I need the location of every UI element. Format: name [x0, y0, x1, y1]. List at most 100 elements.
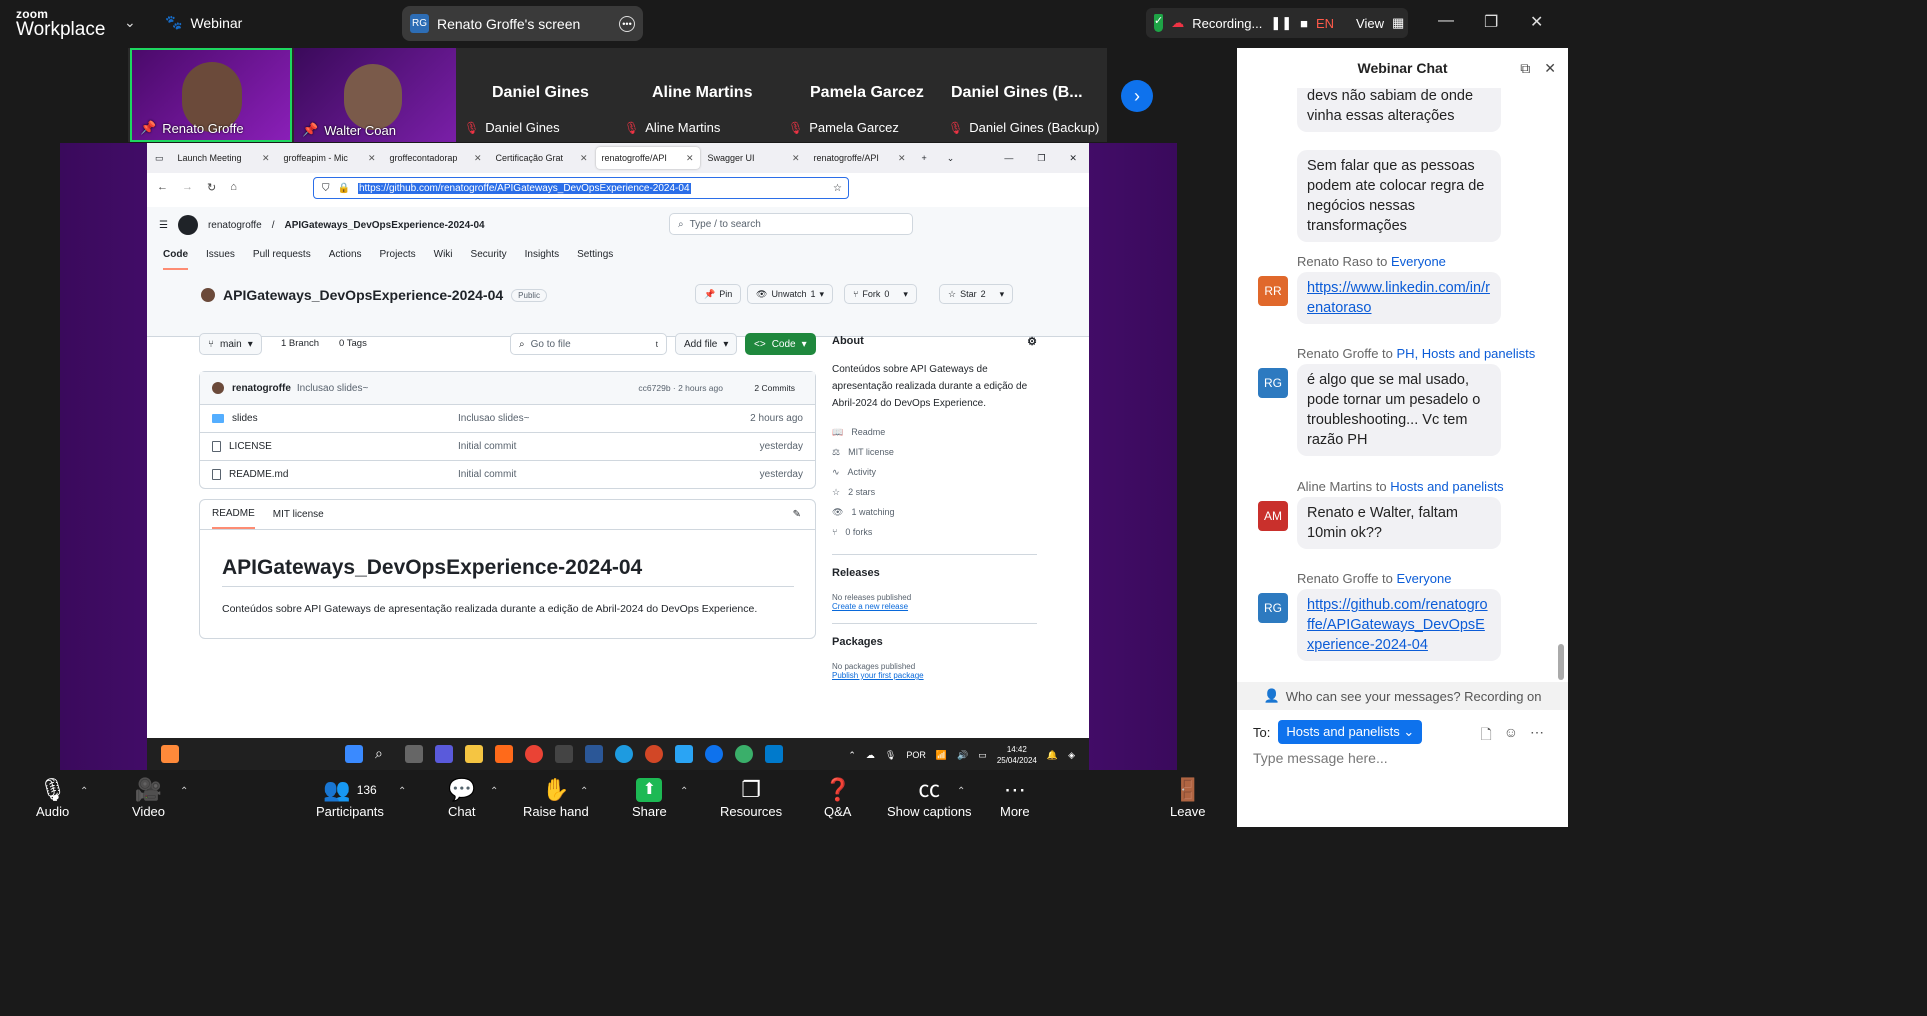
repo-name-link[interactable]: APIGateways_DevOpsExperience-2024-04	[285, 220, 485, 231]
chevron-down-icon[interactable]: ⌄	[947, 153, 955, 164]
terminal-icon[interactable]	[555, 745, 573, 763]
file-icon[interactable]: 🗋	[1480, 724, 1491, 748]
qa-button[interactable]: ❓ Q&A	[824, 776, 851, 819]
minimize-icon[interactable]: —	[1004, 153, 1013, 163]
message-input[interactable]: Type message here...	[1253, 750, 1388, 766]
clock[interactable]: 14:42 25/04/2024	[997, 744, 1037, 766]
search-icon[interactable]: ⌕	[375, 745, 393, 763]
popout-icon[interactable]: ⧉	[1520, 60, 1530, 77]
participants-button[interactable]: 👥 136 Participants	[316, 776, 384, 819]
audio-caret-icon[interactable]: ⌃	[80, 786, 88, 797]
browser-tab[interactable]: groffeapim - Mic ✕	[278, 147, 382, 169]
battery-icon[interactable]: ▭	[978, 750, 987, 761]
gear-icon[interactable]: ⚙	[1027, 335, 1037, 348]
video-renato[interactable]: 📌 Renato Groffe	[130, 48, 292, 142]
grid-icon[interactable]: ▦	[1392, 15, 1404, 31]
commit-hash[interactable]: cc6729b · 2 hours ago	[638, 383, 723, 393]
participants-caret-icon[interactable]: ⌃	[398, 786, 406, 797]
audio-button[interactable]: 🎙 Audio	[36, 776, 69, 819]
browser-tab[interactable]: renatogroffe/API ✕	[808, 147, 912, 169]
license-link[interactable]: ⚖ MIT license	[832, 442, 1037, 462]
mic-icon[interactable]: 🎙	[885, 750, 896, 761]
webinar-menu[interactable]: 🐾 Webinar	[165, 14, 242, 31]
readme-link[interactable]: 📖 Readme	[832, 422, 1037, 442]
chat-scrollbar[interactable]	[1558, 644, 1564, 680]
view-label[interactable]: View	[1356, 16, 1384, 31]
browser-tab[interactable]: Launch Meeting ✕	[172, 147, 276, 169]
message-link[interactable]: https://www.linkedin.com/in/renatoraso	[1307, 280, 1490, 316]
more-icon[interactable]: ⋯	[1530, 724, 1544, 748]
firefox-icon[interactable]	[495, 745, 513, 763]
powerpoint-icon[interactable]	[645, 745, 663, 763]
browser-tab[interactable]: Certificação Grat ✕	[490, 147, 594, 169]
tile-label[interactable]: 🎙 Aline Martins	[624, 120, 720, 135]
repo-owner-link[interactable]: renatogroffe	[208, 220, 262, 231]
pin-button[interactable]: 📌 Pin	[695, 284, 742, 304]
github-logo-icon[interactable]	[177, 215, 198, 235]
visibility-notice[interactable]: 👤 Who can see your messages? Recording on	[1237, 682, 1568, 710]
add-file-button[interactable]: Add file ▾	[675, 333, 738, 355]
edge-icon[interactable]	[615, 745, 633, 763]
restore-icon[interactable]: ❐	[1484, 12, 1498, 32]
back-icon[interactable]: ←	[157, 181, 168, 193]
commit-message[interactable]: Inclusao slides~	[297, 383, 368, 394]
video-walter[interactable]: 📌 Walter Coan	[294, 48, 456, 142]
forks-link[interactable]: ⑂ 0 forks	[832, 522, 1037, 542]
more-button[interactable]: ⋯ More	[1000, 776, 1030, 819]
reload-icon[interactable]: ↻	[207, 181, 216, 194]
wifi-icon[interactable]: 📶	[936, 750, 947, 761]
recipient-select[interactable]: Hosts and panelists ⌄	[1278, 720, 1423, 744]
table-row[interactable]: LICENSE Initial commit yesterday	[200, 432, 815, 460]
forward-icon[interactable]: →	[182, 181, 193, 193]
close-icon[interactable]: ✕	[1544, 60, 1556, 77]
chrome-icon[interactable]	[525, 745, 543, 763]
stop-icon[interactable]: ■	[1300, 16, 1308, 31]
edit-icon[interactable]: ✎	[793, 509, 801, 520]
fork-button[interactable]: ⑂ Fork 0 ▾	[844, 284, 917, 304]
tab-wiki[interactable]: Wiki	[434, 249, 453, 270]
share-button[interactable]: ⬆ Share	[632, 776, 667, 819]
volume-icon[interactable]: 🔊	[957, 750, 968, 761]
video-button[interactable]: 🎥 Video	[132, 776, 165, 819]
browser-tab-active[interactable]: renatogroffe/API ✕	[595, 147, 700, 169]
star-button[interactable]: ☆ Star 2 ▾	[939, 284, 1014, 304]
raise-hand-caret-icon[interactable]: ⌃	[580, 786, 588, 797]
shared-screen-pill[interactable]: RG Renato Groffe's screen •••	[402, 6, 643, 41]
tab-issues[interactable]: Issues	[206, 249, 235, 270]
commits-link[interactable]: 2 Commits	[754, 383, 795, 393]
chat-caret-icon[interactable]: ⌃	[490, 786, 498, 797]
resources-button[interactable]: ❐ Resources	[720, 776, 782, 819]
explorer-icon[interactable]	[465, 745, 483, 763]
tile-label[interactable]: 🎙 Daniel Gines	[464, 120, 560, 135]
github-search-input[interactable]: ⌕ Type / to search	[669, 213, 913, 235]
app-icon[interactable]	[735, 745, 753, 763]
url-text[interactable]: https://github.com/renatogroffe/APIGatew…	[357, 182, 691, 194]
widget-icon[interactable]	[161, 745, 179, 763]
close-icon[interactable]: ✕	[1069, 153, 1077, 164]
teams-icon[interactable]	[435, 745, 453, 763]
commit-author[interactable]: renatogroffe	[232, 383, 291, 394]
zoom-icon[interactable]	[705, 745, 723, 763]
message-link[interactable]: https://github.com/renatogroffe/APIGatew…	[1307, 597, 1488, 653]
vscode-icon[interactable]	[765, 745, 783, 763]
tab-insights[interactable]: Insights	[525, 249, 559, 270]
bookmark-star-icon[interactable]: ☆	[833, 183, 842, 194]
raise-hand-button[interactable]: ✋ Raise hand	[523, 776, 589, 819]
close-icon[interactable]: ✕	[1530, 12, 1543, 32]
go-to-file-input[interactable]: ⌕ Go to file t	[510, 333, 667, 355]
tab-readme[interactable]: README	[212, 500, 255, 529]
tray-language[interactable]: POR	[906, 750, 926, 760]
tile-label[interactable]: 🎙 Pamela Garcez	[788, 120, 899, 135]
share-caret-icon[interactable]: ⌃	[680, 786, 688, 797]
chevron-up-icon[interactable]: ⌃	[848, 750, 856, 761]
language-indicator[interactable]: EN	[1316, 16, 1334, 31]
word-icon[interactable]	[585, 745, 603, 763]
table-row[interactable]: README.md Initial commit yesterday	[200, 460, 815, 488]
browser-tab[interactable]: Swagger UI ✕	[702, 147, 806, 169]
tab-license[interactable]: MIT license	[273, 509, 324, 520]
docker-icon[interactable]	[675, 745, 693, 763]
bell-icon[interactable]: 🔔	[1047, 750, 1058, 761]
browser-tab[interactable]: groffecontadorap ✕	[384, 147, 488, 169]
tab-projects[interactable]: Projects	[380, 249, 416, 270]
code-button[interactable]: <> Code ▾	[745, 333, 816, 355]
